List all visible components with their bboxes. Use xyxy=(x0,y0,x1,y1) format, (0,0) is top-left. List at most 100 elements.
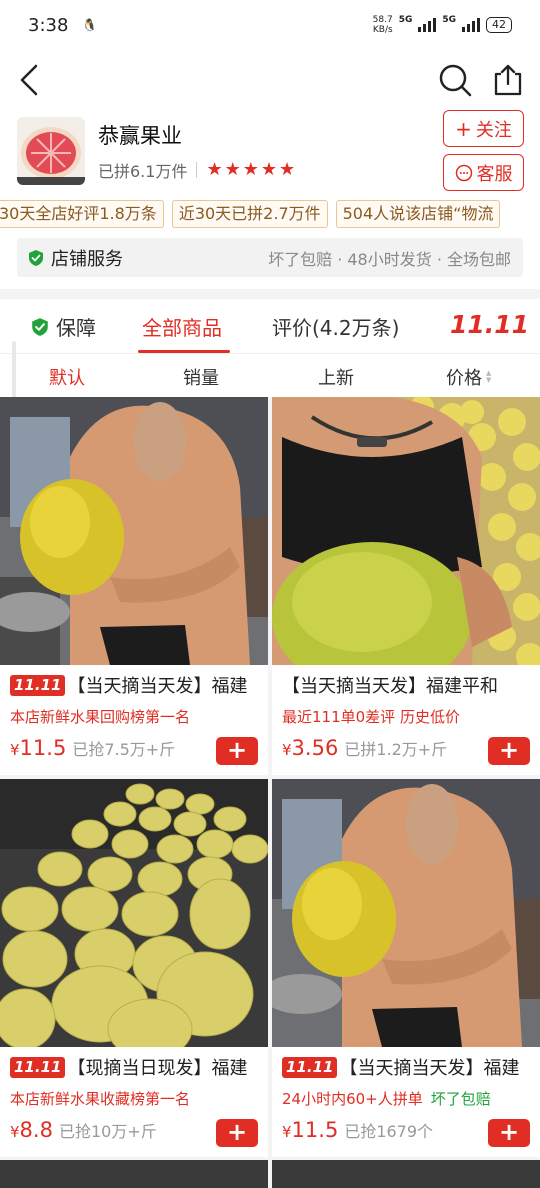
product-card[interactable]: 11.11 【现摘当日现发】福建 本店新鲜水果收藏榜第一名 ¥ 8.8 已抢10… xyxy=(0,779,268,1157)
sort-default[interactable]: 默认 xyxy=(49,364,85,390)
product-image xyxy=(272,397,540,665)
sort-sales[interactable]: 销量 xyxy=(183,364,219,390)
shop-service-bar[interactable]: 店铺服务 坏了包赔 · 48小时发货 · 全场包邮 xyxy=(17,238,523,277)
product-card-peek[interactable] xyxy=(0,1160,268,1188)
share-icon[interactable] xyxy=(490,62,526,98)
product-title: 11.11 【当天摘当天发】福建 xyxy=(10,672,262,698)
shop-name[interactable]: 恭赢果业 xyxy=(98,120,182,150)
product-image xyxy=(272,779,540,1047)
customer-service-button[interactable]: 客服 xyxy=(443,154,524,191)
product-highlight: 本店新鲜水果回购榜第一名 xyxy=(10,708,191,726)
product-title: 11.11 【当天摘当天发】福建 xyxy=(282,1054,534,1080)
product-title-text: 【当天摘当天发】福建 xyxy=(339,1058,520,1079)
plus-icon: + xyxy=(455,116,472,141)
service-detail: 坏了包赔 · 48小时发货 · 全场包邮 xyxy=(268,249,511,269)
product-price: 8.8 xyxy=(19,1118,53,1142)
currency-symbol: ¥ xyxy=(282,1123,292,1141)
speed-value: 58.7 xyxy=(372,15,393,25)
tab-1111-promo[interactable]: 11.11 xyxy=(450,310,529,339)
star-icon: ★ xyxy=(260,159,278,180)
star-icon: ★ xyxy=(206,159,223,180)
star-icon: ★ xyxy=(224,159,241,180)
status-time: 3:38 xyxy=(28,14,69,36)
currency-symbol: ¥ xyxy=(282,741,292,759)
sort-arrows-icon: ▲ ▼ xyxy=(486,369,492,384)
product-card-peek[interactable] xyxy=(272,1160,540,1188)
currency-symbol: ¥ xyxy=(10,1123,20,1141)
product-price-row: ¥ 8.8 已抢10万+斤 xyxy=(10,1118,157,1142)
tab-guarantee[interactable]: 保障 xyxy=(30,312,96,341)
guarantee-text: 坏了包赔 xyxy=(430,1090,491,1108)
add-to-cart-button[interactable]: + xyxy=(488,737,530,765)
product-title-text: 【当天摘当天发】福建 xyxy=(67,676,248,697)
speed-unit: KB/s xyxy=(372,25,393,35)
shop-meta: 已拼6.1万件 ★ ★ ★ ★ ★ xyxy=(98,158,295,182)
battery-icon: 42 xyxy=(486,17,512,33)
product-price: 11.5 xyxy=(291,1118,339,1142)
highlight-tag[interactable]: 近30天已拼2.7万件 xyxy=(171,200,328,228)
shop-tabs: 保障 全部商品 评价(4.2万条) 11.11 xyxy=(0,300,540,354)
follow-label: 关注 xyxy=(475,119,512,141)
shield-check-icon xyxy=(29,249,43,266)
sort-price-label: 价格 xyxy=(446,368,482,389)
tab-guarantee-label: 保障 xyxy=(56,316,96,340)
product-highlight: 最近111单0差评 历史低价 xyxy=(282,708,460,726)
status-bar: 3:38 🐧 58.7 KB/s 5G 5G 42 xyxy=(0,0,540,50)
product-title-text: 【当天摘当天发】福建平和 xyxy=(282,676,498,697)
meta-divider xyxy=(196,162,198,178)
product-highlight-text: 24小时内60+人拼单 xyxy=(282,1090,423,1108)
back-arrow-icon[interactable] xyxy=(14,60,44,100)
add-to-cart-button[interactable]: + xyxy=(216,737,258,765)
service-title: 店铺服务 xyxy=(51,248,123,270)
shield-check-icon xyxy=(32,317,48,336)
follow-button[interactable]: + 关注 xyxy=(443,110,524,147)
network-type-2: 5G xyxy=(442,15,456,25)
product-card[interactable]: 11.11 【当天摘当天发】福建 本店新鲜水果回购榜第一名 ¥ 11.5 已抢7… xyxy=(0,397,268,775)
highlight-tag[interactable]: 30天全店好评1.8万条 xyxy=(0,200,164,228)
product-title: 【当天摘当天发】福建平和 xyxy=(282,672,534,698)
product-image xyxy=(0,397,268,665)
notification-icon: 🐧 xyxy=(82,18,98,32)
add-to-cart-button[interactable]: + xyxy=(216,1119,258,1147)
product-sold: 已抢1679个 xyxy=(344,1122,434,1141)
sort-bar: 默认 销量 上新 价格 ▲ ▼ xyxy=(0,341,540,399)
promo-1111-badge: 11.11 xyxy=(10,674,66,696)
add-to-cart-button[interactable]: + xyxy=(488,1119,530,1147)
product-image xyxy=(0,779,268,1047)
product-price: 11.5 xyxy=(19,736,67,760)
product-sold: 已拼1.2万+斤 xyxy=(344,740,448,759)
product-sold: 已抢10万+斤 xyxy=(58,1122,157,1141)
star-icon: ★ xyxy=(279,159,296,180)
rating-stars: ★ ★ ★ ★ ★ xyxy=(206,161,295,179)
product-highlight: 24小时内60+人拼单 坏了包赔 xyxy=(282,1088,491,1109)
sort-new[interactable]: 上新 xyxy=(318,364,354,390)
promo-1111-badge: 11.11 xyxy=(282,1056,338,1078)
tab-all-products[interactable]: 全部商品 xyxy=(142,312,222,341)
active-tab-indicator xyxy=(138,350,230,353)
product-card[interactable]: 11.11 【当天摘当天发】福建 24小时内60+人拼单 坏了包赔 ¥ 11.5 … xyxy=(272,779,540,1157)
product-sold: 已抢7.5万+斤 xyxy=(72,740,176,759)
section-divider xyxy=(0,289,540,299)
signal-icon-2 xyxy=(462,18,480,32)
chat-bubble-icon xyxy=(455,164,472,181)
network-type-1: 5G xyxy=(398,15,413,25)
tab-reviews[interactable]: 评价(4.2万条) xyxy=(272,312,399,341)
product-price: 3.56 xyxy=(291,736,339,760)
top-nav xyxy=(0,52,540,108)
sort-price[interactable]: 价格 ▲ ▼ xyxy=(446,364,491,390)
product-card[interactable]: 【当天摘当天发】福建平和 最近111单0差评 历史低价 ¥ 3.56 已拼1.2… xyxy=(272,397,540,775)
currency-symbol: ¥ xyxy=(10,741,20,759)
product-price-row: ¥ 11.5 已抢7.5万+斤 xyxy=(10,736,175,760)
product-highlight: 本店新鲜水果收藏榜第一名 xyxy=(10,1090,191,1108)
shop-avatar[interactable] xyxy=(17,117,85,185)
promo-1111-badge: 11.11 xyxy=(10,1056,66,1078)
highlight-tag[interactable]: 504人说该店铺“物流 xyxy=(335,200,501,228)
search-icon[interactable] xyxy=(437,62,473,98)
scroll-handle xyxy=(12,341,16,399)
signal-icon xyxy=(418,18,437,32)
shop-highlight-tags: 30天全店好评1.8万条 近30天已拼2.7万件 504人说该店铺“物流 xyxy=(0,200,540,230)
product-title: 11.11 【现摘当日现发】福建 xyxy=(10,1054,262,1080)
product-price-row: ¥ 3.56 已拼1.2万+斤 xyxy=(282,736,447,760)
service-label: 客服 xyxy=(476,163,513,185)
product-price-row: ¥ 11.5 已抢1679个 xyxy=(282,1118,433,1142)
